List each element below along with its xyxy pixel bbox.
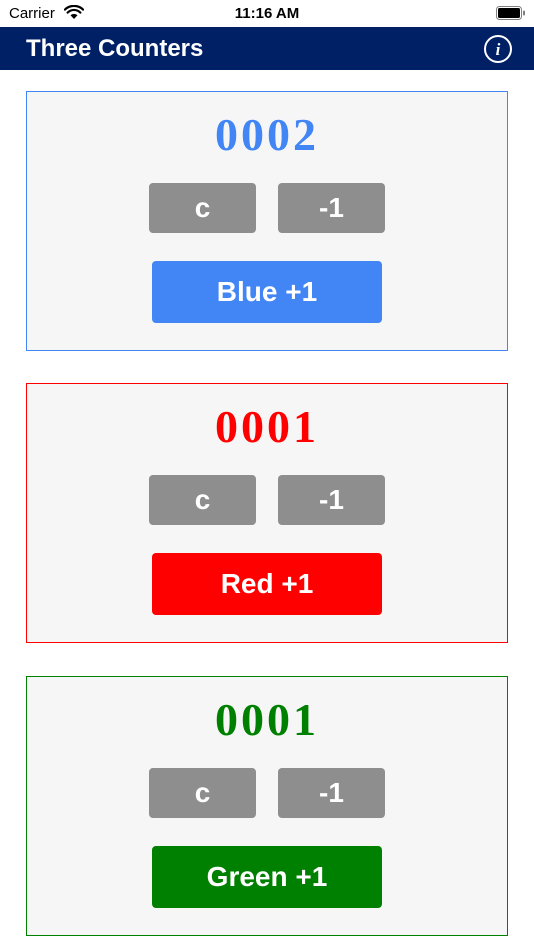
green-decrement-button[interactable]: -1 xyxy=(278,768,385,818)
green-increment-button[interactable]: Green +1 xyxy=(152,846,382,908)
info-icon: i xyxy=(495,39,501,59)
battery-icon xyxy=(496,6,525,20)
status-bar: Carrier 11:16 AM xyxy=(0,0,534,27)
red-decrement-button[interactable]: -1 xyxy=(278,475,385,525)
green-counter-card: 0001 c -1 Green +1 xyxy=(26,676,508,936)
nav-bar: Three Counters i xyxy=(0,27,534,70)
green-clear-button[interactable]: c xyxy=(149,768,256,818)
blue-decrement-button[interactable]: -1 xyxy=(278,183,385,233)
red-counter-card: 0001 c -1 Red +1 xyxy=(26,383,508,643)
blue-counter-card: 0002 c -1 Blue +1 xyxy=(26,91,508,351)
red-counter-value: 0001 xyxy=(215,401,319,452)
red-clear-button[interactable]: c xyxy=(149,475,256,525)
green-counter-value: 0001 xyxy=(215,694,319,745)
red-increment-button[interactable]: Red +1 xyxy=(152,553,382,615)
blue-clear-button[interactable]: c xyxy=(149,183,256,233)
blue-increment-button[interactable]: Blue +1 xyxy=(152,261,382,323)
page-title: Three Counters xyxy=(26,35,204,62)
info-button[interactable]: i xyxy=(484,35,512,63)
status-time: 11:16 AM xyxy=(234,5,300,22)
blue-counter-value: 0002 xyxy=(215,109,319,160)
